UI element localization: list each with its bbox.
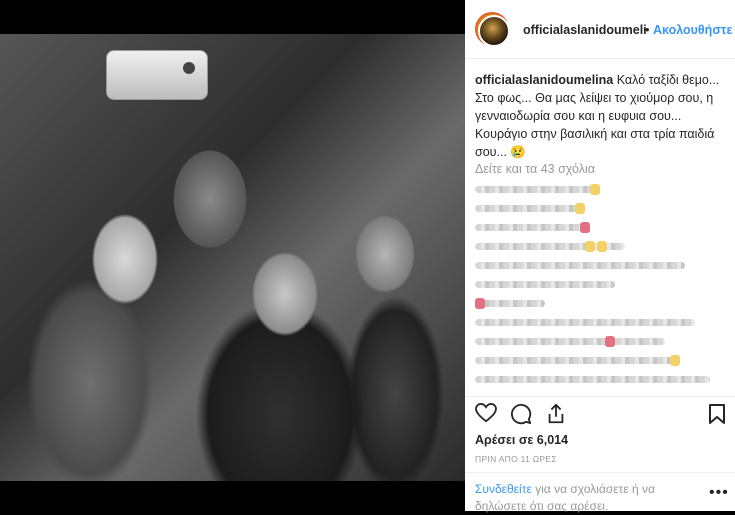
caption-username[interactable]: officialaslanidoumelina xyxy=(475,73,613,87)
login-link[interactable]: Συνδεθείτε xyxy=(475,482,532,496)
post-photo[interactable] xyxy=(0,0,465,511)
blurred-comment xyxy=(475,281,615,288)
action-bar xyxy=(465,396,735,427)
bookmark-icon[interactable] xyxy=(708,403,726,430)
post-header: officialaslanidoumelina • Ακολουθήστε xyxy=(465,0,735,59)
blurred-comment xyxy=(475,222,590,233)
blurred-comment xyxy=(475,184,600,195)
avatar-image xyxy=(478,15,510,47)
blurred-comment xyxy=(475,241,625,252)
blurred-comment xyxy=(475,298,545,309)
blurred-comment xyxy=(475,355,680,366)
selfie-image xyxy=(0,34,465,481)
comments-list xyxy=(475,184,730,395)
heart-icon[interactable] xyxy=(475,402,497,428)
blurred-comment xyxy=(475,376,710,383)
login-prompt: Συνδεθείτε για να σχολιάσετε ή να δηλώσε… xyxy=(475,481,695,515)
post-caption: officialaslanidoumelina Καλό ταξίδι θεμο… xyxy=(475,71,727,161)
comment-icon[interactable] xyxy=(510,403,532,430)
likes-count[interactable]: Αρέσει σε 6,014 xyxy=(475,433,568,447)
separator-dot: • xyxy=(645,22,650,37)
blurred-comment xyxy=(475,262,685,269)
post-sidebar: officialaslanidoumelina • Ακολουθήστε of… xyxy=(465,0,735,515)
phone-in-photo xyxy=(106,50,208,100)
follow-button[interactable]: Ακολουθήστε xyxy=(653,23,735,37)
username-link[interactable]: officialaslanidoumelina xyxy=(523,23,647,37)
blurred-comment xyxy=(475,203,585,214)
more-options-icon[interactable]: ••• xyxy=(709,484,729,502)
post-footer: Συνδεθείτε για να σχολιάσετε ή να δηλώσε… xyxy=(465,472,735,515)
view-comments-link[interactable]: Δείτε και τα 43 σχόλια xyxy=(475,162,595,176)
share-icon[interactable] xyxy=(545,403,567,430)
post-time[interactable]: ΠΡΙΝ ΑΠΟ 11 ΩΡΕΣ xyxy=(475,454,557,464)
blurred-comment xyxy=(475,336,665,347)
blurred-comment xyxy=(475,319,695,326)
phone-camera xyxy=(183,62,195,74)
